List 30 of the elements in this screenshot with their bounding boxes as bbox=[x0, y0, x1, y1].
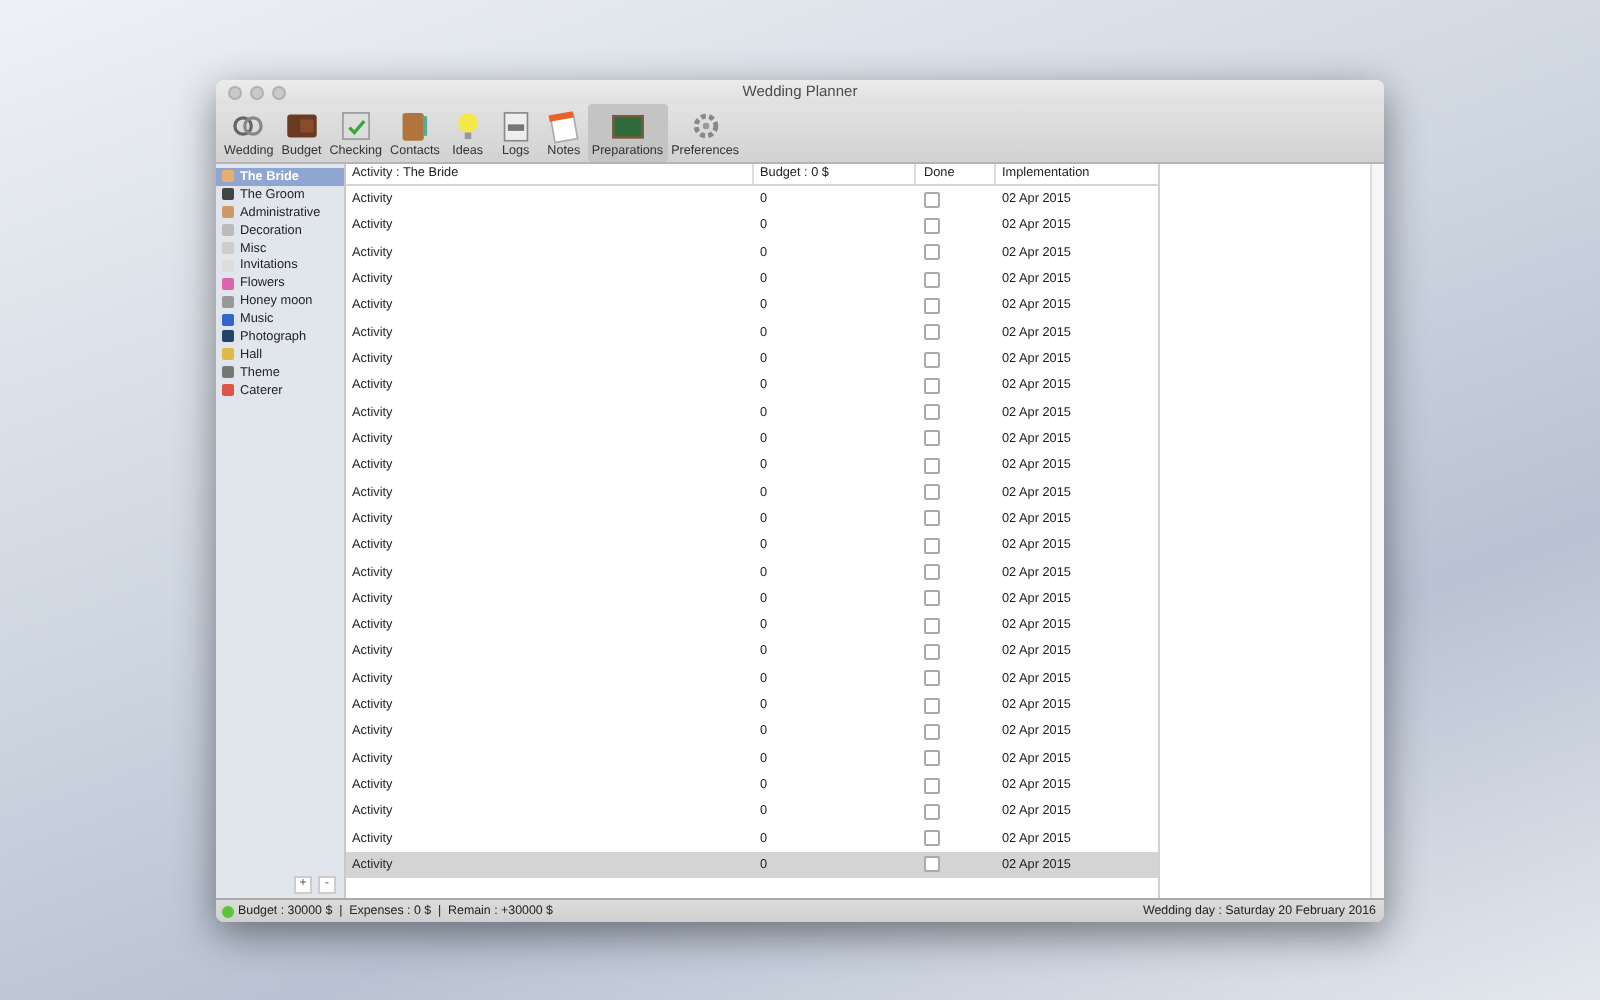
checkbox[interactable] bbox=[924, 324, 940, 341]
checkbox[interactable] bbox=[924, 564, 940, 581]
checkbox[interactable] bbox=[924, 510, 940, 527]
checkbox[interactable] bbox=[924, 777, 940, 794]
checkbox[interactable] bbox=[924, 377, 940, 394]
checkbox[interactable] bbox=[924, 697, 940, 714]
close-button[interactable] bbox=[228, 86, 242, 100]
checkbox[interactable] bbox=[924, 404, 940, 421]
checkbox[interactable] bbox=[924, 830, 940, 847]
checkbox[interactable] bbox=[924, 617, 940, 634]
checkbox[interactable] bbox=[924, 643, 940, 660]
checkbox[interactable] bbox=[924, 351, 940, 368]
checkbox[interactable] bbox=[924, 670, 940, 687]
checkbox[interactable] bbox=[924, 803, 940, 820]
checkbox[interactable] bbox=[924, 750, 940, 767]
checkbox[interactable] bbox=[924, 537, 940, 554]
checkbox[interactable] bbox=[924, 297, 940, 314]
checkbox[interactable] bbox=[924, 457, 940, 474]
checkbox[interactable] bbox=[924, 590, 940, 607]
zoom-button[interactable] bbox=[272, 86, 286, 100]
checkbox[interactable] bbox=[924, 484, 940, 501]
checkbox[interactable] bbox=[924, 271, 940, 288]
checkbox[interactable] bbox=[924, 723, 940, 740]
checkbox[interactable] bbox=[924, 856, 940, 873]
checkbox[interactable] bbox=[924, 244, 940, 261]
status-dot bbox=[222, 905, 234, 917]
checkbox[interactable] bbox=[924, 217, 940, 234]
minimize-button[interactable] bbox=[250, 86, 264, 100]
checkbox[interactable] bbox=[924, 430, 940, 447]
checkbox[interactable] bbox=[924, 191, 940, 208]
